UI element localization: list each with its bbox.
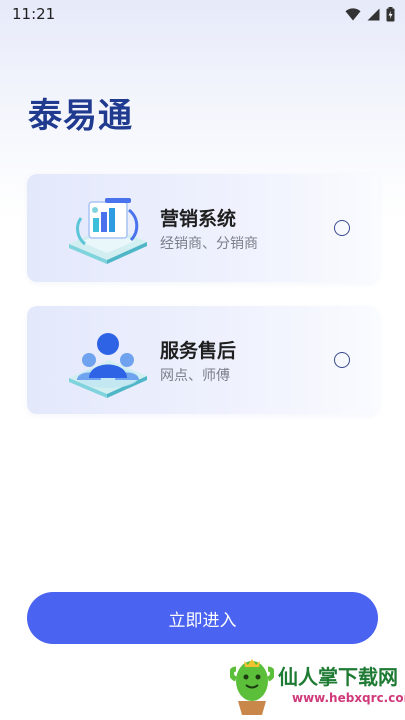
role-card-marketing[interactable]: 营销系统 经销商、分销商 bbox=[27, 174, 379, 282]
role-card-after-sales[interactable]: 服务售后 网点、师傅 bbox=[27, 306, 379, 414]
enter-button[interactable]: 立即进入 bbox=[27, 592, 378, 644]
cactus-logo-icon bbox=[230, 659, 274, 715]
cellular-signal-icon bbox=[367, 8, 380, 20]
wifi-icon bbox=[345, 7, 361, 20]
watermark-text: 仙人掌下载网 bbox=[278, 665, 398, 689]
battery-icon bbox=[386, 6, 395, 21]
watermark: 仙人掌下载网 www.hebxqrc.com bbox=[228, 655, 405, 720]
role-title-marketing: 营销系统 bbox=[160, 208, 237, 230]
role-title-after-sales: 服务售后 bbox=[160, 340, 237, 362]
radio-marketing[interactable] bbox=[334, 220, 350, 236]
status-time: 11:21 bbox=[12, 5, 56, 23]
status-icons bbox=[345, 6, 395, 22]
watermark-url: www.hebxqrc.com bbox=[292, 691, 405, 705]
service-users-icon bbox=[69, 333, 147, 398]
status-bar: 11:21 bbox=[0, 0, 405, 28]
role-subtitle-marketing: 经销商、分销商 bbox=[160, 236, 258, 252]
role-subtitle-after-sales: 网点、师傅 bbox=[160, 368, 230, 384]
marketing-dashboard-icon bbox=[69, 198, 147, 264]
app-title: 泰易通 bbox=[28, 96, 133, 136]
radio-after-sales[interactable] bbox=[334, 352, 350, 368]
